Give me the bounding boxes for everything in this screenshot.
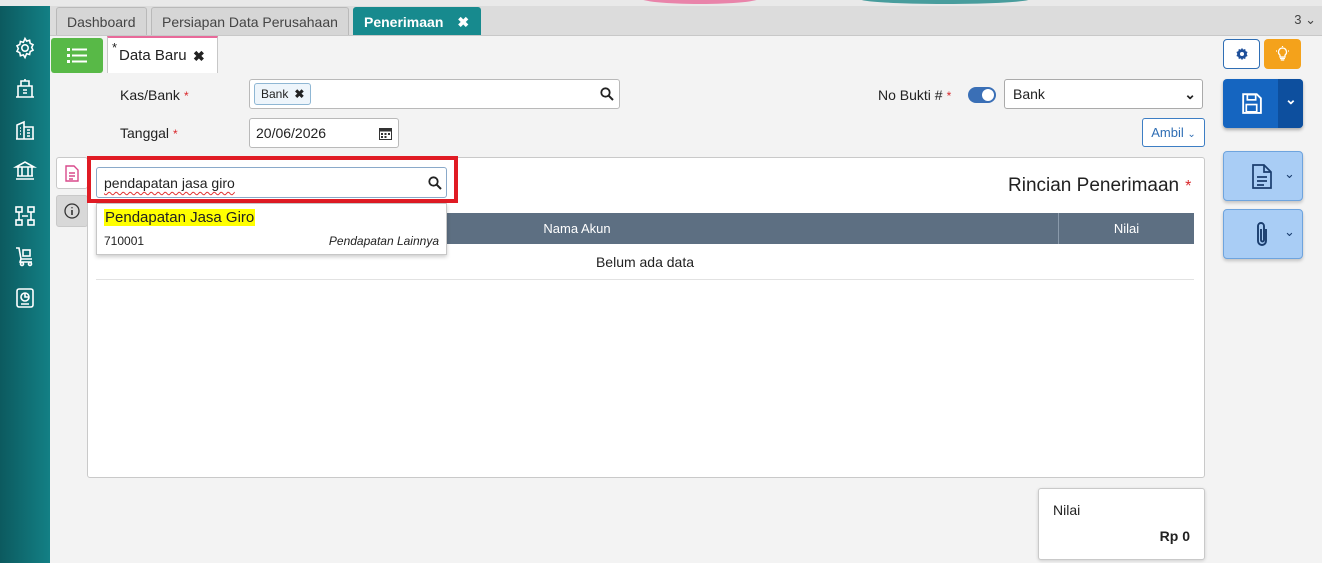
tanggal-value: 20/06/2026 — [256, 125, 327, 141]
tanggal-label: Tanggal * — [120, 125, 178, 141]
search-value: pendapatan jasa giro — [104, 175, 235, 191]
doc-tab-label: Data Baru — [119, 47, 187, 64]
close-icon[interactable]: ✖ — [457, 14, 469, 30]
modified-mark: * — [112, 40, 118, 55]
account-category: Pendapatan Lainnya — [328, 234, 439, 248]
chevron-down-icon: ⌄ — [1305, 12, 1316, 27]
detail-info-button[interactable] — [56, 195, 88, 227]
bank-icon[interactable] — [12, 158, 38, 182]
tab-label: Dashboard — [67, 14, 136, 30]
document-icon — [65, 165, 79, 182]
office-icon[interactable] — [13, 118, 37, 142]
total-nilai-label: Nilai — [1053, 502, 1081, 518]
search-icon[interactable] — [600, 87, 614, 101]
gear-icon — [1236, 47, 1248, 61]
tab-count[interactable]: 3 ⌄ — [1294, 12, 1316, 28]
account-name: Pendapatan Jasa Giro — [104, 209, 256, 226]
save-options-dropdown[interactable]: ⌄ — [1278, 79, 1303, 128]
label-text: Kas/Bank — [120, 87, 180, 103]
ambil-button[interactable]: Ambil ⌄ — [1142, 118, 1205, 147]
save-button[interactable]: ⌄ — [1223, 79, 1303, 128]
chip-remove-icon[interactable]: ✖ — [294, 87, 304, 101]
cart-icon[interactable] — [13, 244, 37, 268]
tab-label: Penerimaan — [364, 14, 444, 30]
bank-chip: Bank ✖ — [254, 83, 312, 105]
total-nilai-card: Nilai Rp 0 — [1038, 488, 1205, 560]
doc-tab-data-baru[interactable]: * Data Baru ✖ — [107, 36, 218, 73]
close-icon[interactable]: ✖ — [193, 48, 205, 65]
calendar-icon[interactable] — [379, 127, 392, 140]
kas-bank-label: Kas/Bank * — [120, 87, 189, 103]
required-mark: * — [1185, 178, 1192, 195]
document-actions-button[interactable]: ⌄ — [1223, 151, 1303, 201]
ambil-label: Ambil — [1151, 125, 1184, 140]
info-icon — [64, 203, 80, 219]
top-decoration — [860, 0, 1030, 4]
no-bukti-select[interactable]: Bank ⌄ — [1004, 79, 1203, 109]
tab-persiapan-data[interactable]: Persiapan Data Perusahaan — [151, 7, 349, 35]
chevron-down-icon: ⌄ — [1284, 166, 1295, 181]
label-text: Tanggal — [120, 125, 170, 141]
top-decoration — [640, 0, 760, 4]
required-mark: * — [183, 89, 189, 103]
sidebar — [0, 6, 50, 563]
chevron-down-icon: ⌄ — [1184, 86, 1196, 102]
detail-document-button[interactable] — [56, 157, 88, 189]
lightbulb-icon — [1276, 46, 1289, 61]
total-nilai-value: Rp 0 — [1159, 528, 1190, 544]
report-icon[interactable] — [13, 286, 37, 310]
tips-button[interactable] — [1264, 39, 1301, 69]
save-icon — [1242, 93, 1262, 114]
tab-bar: Dashboard Persiapan Data Perusahaan Pene… — [50, 6, 1322, 36]
tab-dashboard[interactable]: Dashboard — [56, 7, 147, 35]
chevron-down-icon: ⌄ — [1187, 129, 1196, 140]
attachment-button[interactable]: ⌄ — [1223, 209, 1303, 259]
tab-count-value: 3 — [1294, 12, 1302, 27]
chevron-down-icon: ⌄ — [1285, 91, 1297, 107]
paperclip-icon — [1257, 222, 1267, 246]
account-suggestion-item[interactable]: Pendapatan Jasa Giro 710001 Pendapatan L… — [96, 203, 447, 255]
hierarchy-icon[interactable] — [13, 204, 37, 228]
tanggal-input[interactable]: 20/06/2026 — [249, 118, 399, 148]
list-icon — [67, 48, 87, 63]
account-search-input[interactable]: pendapatan jasa giro — [96, 167, 447, 198]
column-nilai[interactable]: Nilai — [1059, 213, 1194, 244]
account-code: 710001 — [104, 234, 145, 248]
required-mark: * — [946, 89, 952, 103]
gear-icon[interactable] — [13, 36, 37, 60]
tab-penerimaan[interactable]: Penerimaan ✖ — [353, 7, 481, 35]
no-bukti-toggle[interactable] — [968, 87, 996, 103]
building-icon[interactable] — [13, 76, 37, 100]
chevron-down-icon: ⌄ — [1284, 224, 1295, 239]
no-bukti-label: No Bukti # * — [878, 87, 951, 103]
label-text: No Bukti # — [878, 87, 943, 103]
chip-label: Bank — [261, 87, 289, 101]
detail-title: Rincian Penerimaan * — [1008, 175, 1191, 197]
settings-button[interactable] — [1223, 39, 1260, 69]
search-icon[interactable] — [428, 176, 442, 190]
detail-title-text: Rincian Penerimaan — [1008, 175, 1180, 196]
tab-label: Persiapan Data Perusahaan — [162, 14, 338, 30]
kas-bank-input[interactable]: Bank ✖ — [249, 79, 620, 109]
menu-list-button[interactable] — [51, 38, 103, 73]
document-icon — [1252, 164, 1272, 189]
select-value: Bank — [1013, 86, 1045, 102]
required-mark: * — [173, 127, 178, 141]
